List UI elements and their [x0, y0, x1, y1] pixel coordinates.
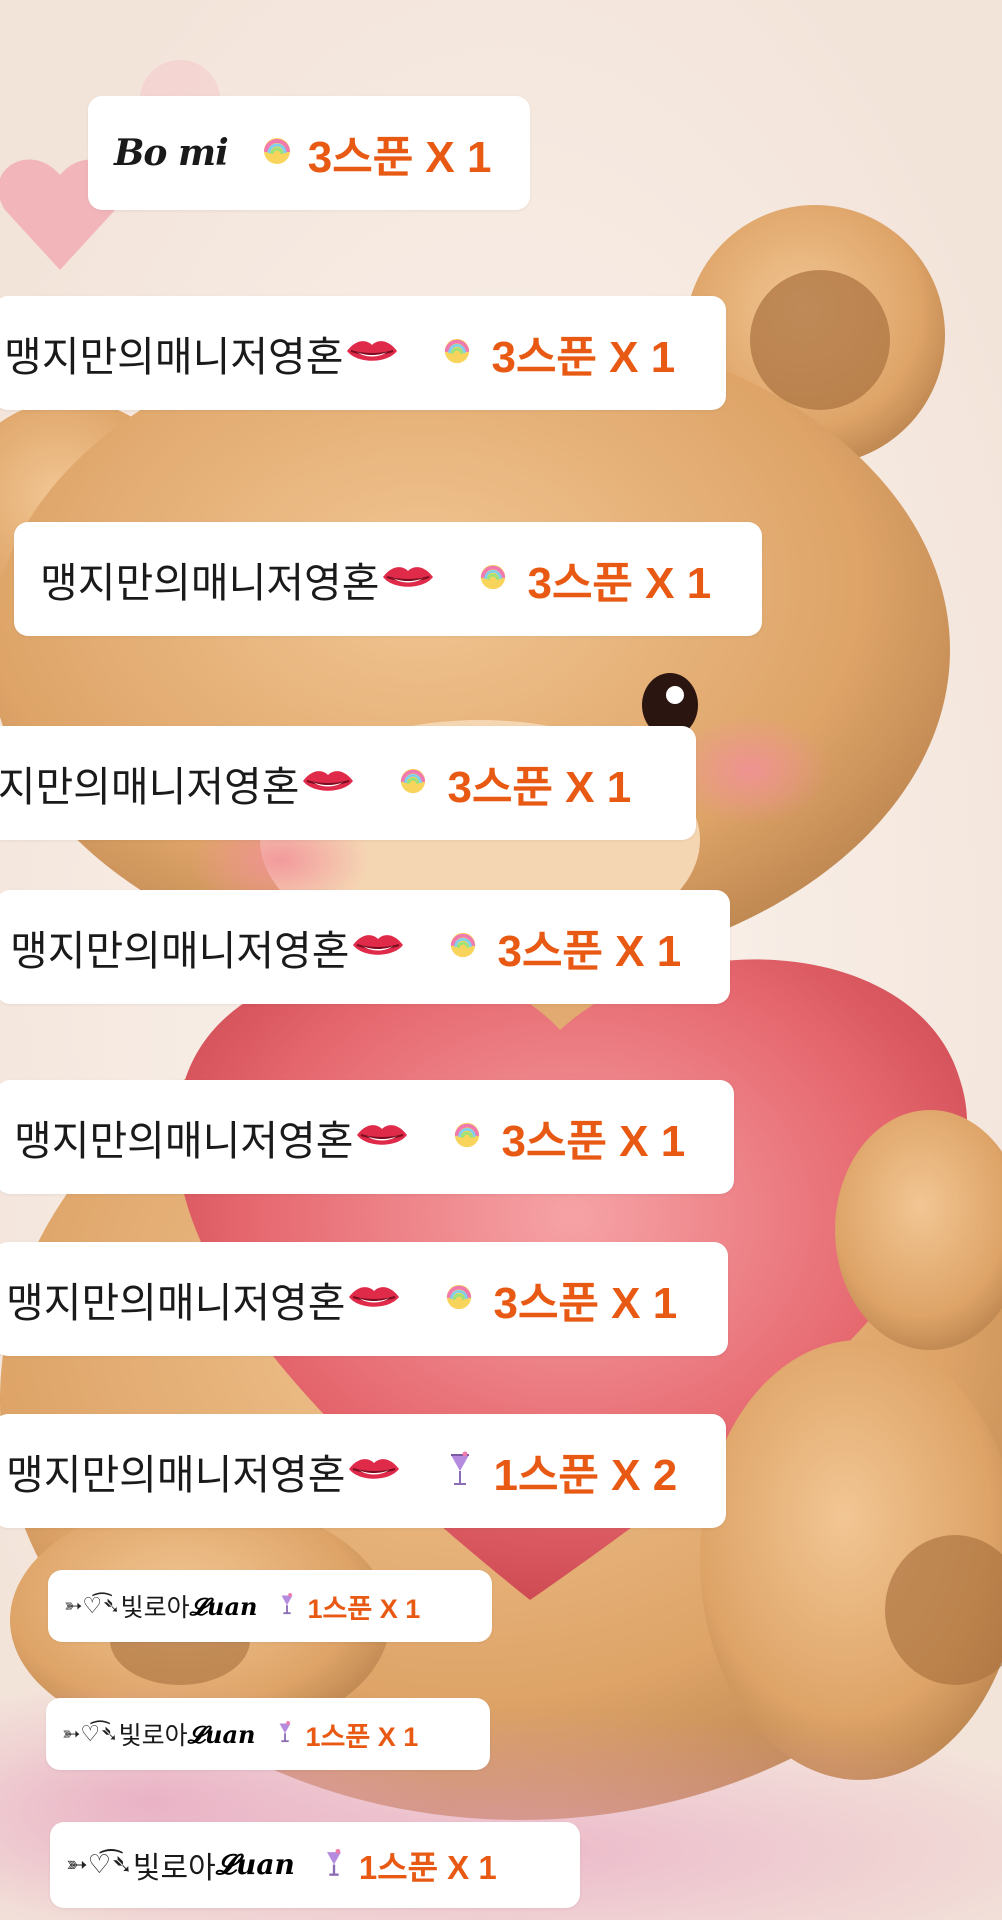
cocktail-glass-icon: [280, 1593, 294, 1619]
cocktail-glass-icon: [325, 1849, 343, 1881]
donation-row: ➳♡͡➴ 빛로아 𝓛uan 1스푼 X 1: [50, 1822, 580, 1908]
rainbow-sweet-icon: [445, 1282, 473, 1316]
spoon-amount: 1스푼 X 1: [305, 1721, 419, 1752]
donor-name: 맹지만의매니저영혼: [10, 927, 350, 975]
donation-row: 맹지만의매니저영혼 3스푼 X 1: [14, 522, 762, 636]
donation-row: 맹지만의매니저영혼 3스푼 X 1: [0, 1242, 728, 1356]
rainbow-sweet-icon: [479, 562, 507, 596]
donation-row: 𝑩𝒐 𝒎𝒊 3스푼 X 1: [88, 96, 530, 210]
spoon-amount: 3스푼 X 1: [501, 1117, 686, 1166]
donor-name-suffix: 𝓛uan: [187, 1719, 256, 1749]
spoon-amount: 3스푼 X 1: [493, 1279, 678, 1328]
donor-name: 빛로아: [118, 1721, 188, 1750]
donation-row: ➳♡͡➴ 빛로아 𝓛uan 1스푼 X 1: [46, 1698, 490, 1770]
cocktail-glass-icon: [278, 1721, 292, 1747]
rainbow-sweet-icon: [453, 1120, 481, 1154]
donor-name: 맹지만의매니저영혼: [14, 1117, 354, 1165]
spoon-amount: 1스푼 X 1: [307, 1593, 421, 1624]
donation-row: 맹지만의매니저영혼 3스푼 X 1: [0, 1080, 734, 1194]
lips-emoji-icon: [381, 562, 435, 596]
donation-row: 맹지만의매니저영혼 3스푼 X 1: [0, 296, 726, 410]
donor-name: 맹지만의매니저영혼: [6, 1451, 346, 1499]
spoon-amount: 1스푼 X 2: [493, 1451, 678, 1500]
spoon-amount: 1스푼 X 1: [358, 1849, 497, 1886]
donation-row: ➳♡͡➴ 빛로아 𝓛uan 1스푼 X 1: [48, 1570, 492, 1642]
donor-name-suffix: 𝓛uan: [215, 1848, 295, 1881]
donor-name: 맹지만의매니저영혼: [6, 1279, 346, 1327]
rainbow-sweet-icon: [399, 766, 427, 800]
lips-emoji-icon: [301, 766, 355, 800]
cocktail-glass-icon: [449, 1451, 471, 1491]
spoon-amount: 3스푼 X 1: [491, 333, 676, 382]
donor-name: 맹지만의매니저영혼: [40, 559, 380, 607]
lips-emoji-icon: [345, 336, 399, 370]
donation-row: 맹지만의매니저영혼 3스푼 X 1: [0, 726, 696, 840]
donor-name: 빛로아: [120, 1593, 190, 1622]
lips-emoji-icon: [347, 1454, 401, 1488]
donor-name-prefix: ➳♡͡➴: [62, 1721, 119, 1747]
donor-name: 빛로아: [132, 1851, 216, 1886]
spoon-amount: 3스푼 X 1: [527, 559, 712, 608]
donation-row: 맹지만의매니저영혼 1스푼 X 2: [0, 1414, 726, 1528]
spoon-amount: 3스푼 X 1: [307, 133, 492, 182]
donor-name-prefix: ➳♡͡➴: [64, 1593, 121, 1619]
donor-name: 맹지만의매니저영혼: [4, 333, 344, 381]
spoon-amount: 3스푼 X 1: [447, 763, 632, 812]
rainbow-sweet-icon: [262, 136, 292, 170]
donor-name-prefix: ➳♡͡➴: [66, 1850, 133, 1880]
spoon-amount: 3스푼 X 1: [497, 927, 682, 976]
donor-name: 맹지만의매니저영혼: [0, 763, 300, 811]
donor-name-suffix: 𝓛uan: [189, 1591, 258, 1621]
lips-emoji-icon: [347, 1282, 401, 1316]
rainbow-sweet-icon: [449, 930, 477, 964]
donor-name: 𝑩𝒐 𝒎𝒊: [114, 132, 229, 174]
lips-emoji-icon: [355, 1120, 409, 1154]
lips-emoji-icon: [351, 930, 405, 964]
rainbow-sweet-icon: [443, 336, 471, 370]
donation-row: 맹지만의매니저영혼 3스푼 X 1: [0, 890, 730, 1004]
